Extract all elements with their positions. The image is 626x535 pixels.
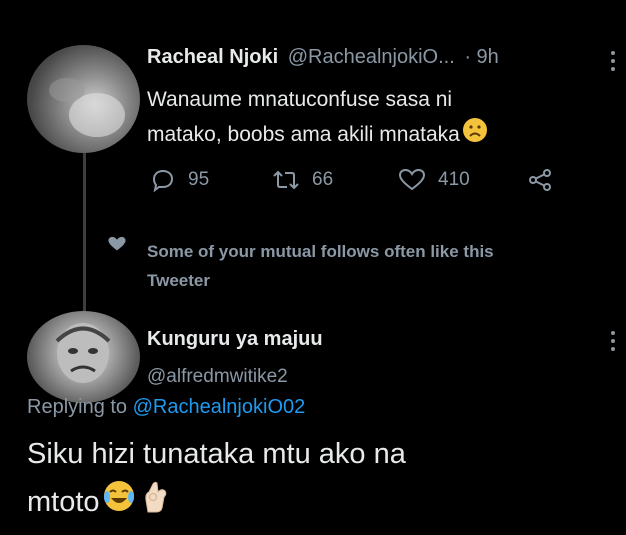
social-context-line-2: Tweeter	[147, 271, 210, 290]
social-context-heart-icon	[107, 235, 127, 258]
reply-text-line-2: mtoto	[27, 478, 406, 529]
tweet-text-line-2-text: matako, boobs ama akili mnataka	[147, 123, 460, 147]
reply-more-options-icon[interactable]	[608, 330, 618, 352]
retweet-icon	[273, 170, 299, 190]
replying-to-label: Replying to	[27, 396, 128, 418]
reply-handle[interactable]: @alfredmwitike2	[147, 366, 288, 388]
share-icon	[529, 169, 551, 191]
timestamp[interactable]: · 9h	[464, 46, 498, 68]
user-handle[interactable]: @RachealnjokiO...	[288, 46, 455, 68]
share-action[interactable]	[527, 168, 553, 192]
retweet-action[interactable]: 66	[272, 168, 333, 192]
frowning-face-icon	[462, 117, 488, 154]
retweet-count: 66	[312, 169, 334, 190]
social-context-line-1: Some of your mutual follows often like t…	[147, 242, 494, 261]
reply-icon	[152, 169, 174, 192]
tears-of-joy-icon	[102, 479, 136, 528]
avatar-photo-icon	[49, 78, 125, 137]
replying-to-handle[interactable]: @RachealnjokiO02	[133, 396, 306, 418]
reply-count: 95	[188, 169, 210, 190]
avatar[interactable]	[27, 45, 140, 153]
tweet-text-line-1: Wanaume mnatuconfuse sasa ni	[147, 88, 453, 111]
thread-line	[83, 150, 86, 315]
replying-to: Replying to @RachealnjokiO02	[27, 396, 305, 419]
social-context: Some of your mutual follows often like t…	[147, 237, 494, 295]
tweet-header: Racheal Njoki @RachealnjokiO... · 9h	[147, 46, 499, 69]
reply-avatar-photo-icon	[55, 323, 111, 383]
reply-text: Siku hizi tunataka mtu ako na mtoto	[27, 430, 406, 529]
reply-avatar[interactable]	[27, 311, 140, 403]
tweet-text-line-2: matako, boobs ama akili mnataka	[147, 117, 488, 154]
like-action[interactable]: 410	[398, 168, 470, 192]
reply-action[interactable]: 95	[150, 168, 209, 192]
display-name[interactable]: Racheal Njoki	[147, 46, 278, 68]
reply-text-line-1: Siku hizi tunataka mtu ako na	[27, 438, 406, 470]
ok-hand-icon	[140, 478, 170, 529]
reply-text-line-2-text: mtoto	[27, 486, 100, 519]
more-options-icon[interactable]	[608, 50, 618, 72]
like-count: 410	[438, 169, 470, 190]
heart-icon	[398, 168, 426, 191]
reply-display-name[interactable]: Kunguru ya majuu	[147, 328, 323, 351]
tweet-text: Wanaume mnatuconfuse sasa ni matako, boo…	[147, 83, 488, 154]
